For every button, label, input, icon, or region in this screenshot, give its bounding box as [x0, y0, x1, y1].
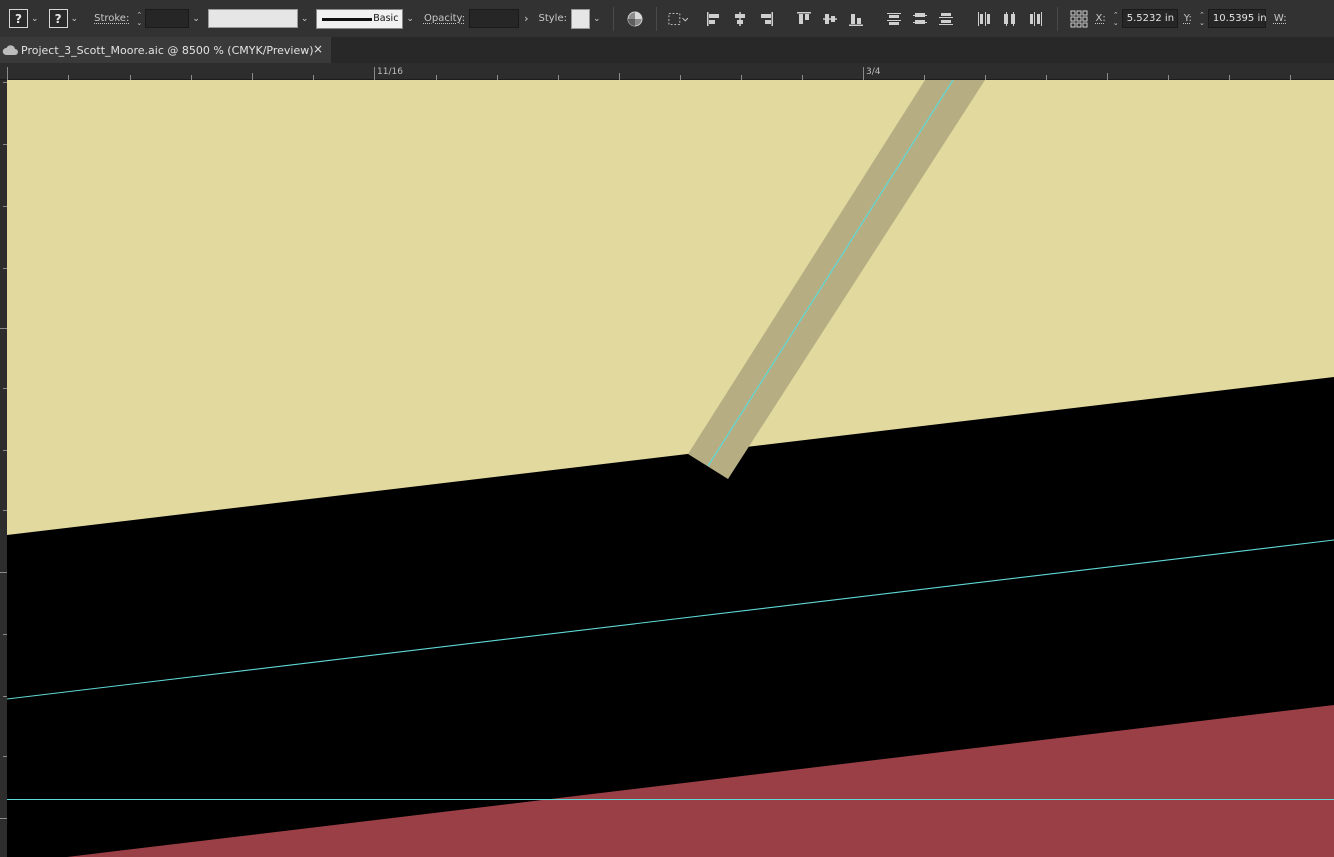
vertical-ruler-ticks	[0, 82, 7, 819]
document-tab[interactable]: Project_3_Scott_Moore.aic @ 8500 % (CMYK…	[0, 37, 331, 63]
brush-stroke-line-icon	[322, 17, 373, 21]
close-tab-icon[interactable]: ×	[313, 42, 323, 56]
ruler-label: 11/16	[377, 67, 403, 77]
ruler-ticks	[7, 67, 1291, 80]
fill-dropdown-chevron-icon[interactable]: ⌄	[31, 14, 39, 24]
vertical-distribute-top-icon[interactable]	[884, 9, 904, 29]
stroke-weight-input[interactable]	[145, 9, 190, 28]
fill-swatch[interactable]: ?	[9, 9, 28, 28]
x-stepper-icon[interactable]: ⌃ ⌄	[1110, 9, 1122, 29]
control-bar: ? ⌄ ? ⌄ Stroke: ⌃ ⌄ ⌄ ⌄ Basic ⌄ Opacity: …	[0, 0, 1334, 37]
recolor-artwork-icon[interactable]	[625, 9, 645, 29]
horizontal-distribute-right-icon[interactable]	[1026, 9, 1046, 29]
horizontal-align-right-icon[interactable]	[756, 9, 776, 29]
document-title: Project_3_Scott_Moore.aic @ 8500 % (CMYK…	[21, 43, 314, 57]
stroke-swatch[interactable]: ?	[48, 9, 68, 28]
stroke-weight-stepper-icon[interactable]: ⌃ ⌄	[133, 9, 145, 29]
stroke-swatch-dropdown-chevron-icon[interactable]: ⌄	[71, 14, 79, 24]
divider	[655, 6, 657, 31]
divider	[612, 6, 614, 31]
x-input[interactable]: 5.5232 in	[1121, 9, 1178, 28]
brush-definition-label: Basic	[373, 12, 399, 24]
vertical-distribute-center-icon[interactable]	[910, 9, 930, 29]
y-label[interactable]: Y:	[1184, 13, 1192, 24]
y-input[interactable]: 10.5395 in	[1207, 9, 1267, 28]
artwork	[7, 80, 1334, 857]
vertical-align-top-icon[interactable]	[794, 9, 814, 29]
reference-point-icon[interactable]	[1069, 9, 1089, 29]
variable-width-dropdown-chevron-icon[interactable]: ⌄	[301, 14, 309, 24]
graphic-style-swatch[interactable]	[570, 8, 590, 29]
opacity-input[interactable]	[469, 9, 520, 28]
y-stepper-icon[interactable]: ⌃ ⌄	[1196, 9, 1208, 29]
horizontal-align-center-icon[interactable]	[730, 9, 750, 29]
w-label[interactable]: W:	[1274, 13, 1287, 24]
style-dropdown-chevron-icon[interactable]: ⌄	[593, 14, 601, 24]
ruler-label: 3/4	[866, 67, 881, 77]
brush-dropdown-chevron-icon[interactable]: ⌄	[406, 14, 414, 24]
horizontal-ruler[interactable]: 11/16 3/4	[0, 63, 1334, 80]
vertical-distribute-bottom-icon[interactable]	[936, 9, 956, 29]
cloud-document-icon	[2, 45, 18, 55]
variable-width-profile-field[interactable]	[207, 9, 298, 28]
artboard-canvas[interactable]	[7, 80, 1334, 857]
horizontal-align-left-icon[interactable]	[704, 9, 724, 29]
align-to-selection-icon[interactable]	[667, 9, 688, 29]
divider	[1056, 6, 1058, 31]
vertical-align-center-icon[interactable]	[820, 9, 840, 29]
vertical-ruler[interactable]	[0, 80, 7, 857]
stroke-label[interactable]: Stroke:	[94, 13, 129, 24]
horizontal-distribute-center-icon[interactable]	[1000, 9, 1020, 29]
vertical-align-bottom-icon[interactable]	[846, 9, 866, 29]
horizontal-distribute-left-icon[interactable]	[974, 9, 994, 29]
document-tab-strip: Project_3_Scott_Moore.aic @ 8500 % (CMYK…	[0, 37, 1334, 63]
stroke-weight-dropdown-chevron-icon[interactable]: ⌄	[192, 14, 200, 24]
style-label: Style:	[538, 13, 567, 24]
brush-definition-field[interactable]: Basic	[316, 8, 404, 29]
opacity-label[interactable]: Opacity:	[424, 13, 465, 24]
opacity-arrow-icon[interactable]: ›	[524, 12, 528, 25]
x-label[interactable]: X:	[1096, 13, 1106, 24]
